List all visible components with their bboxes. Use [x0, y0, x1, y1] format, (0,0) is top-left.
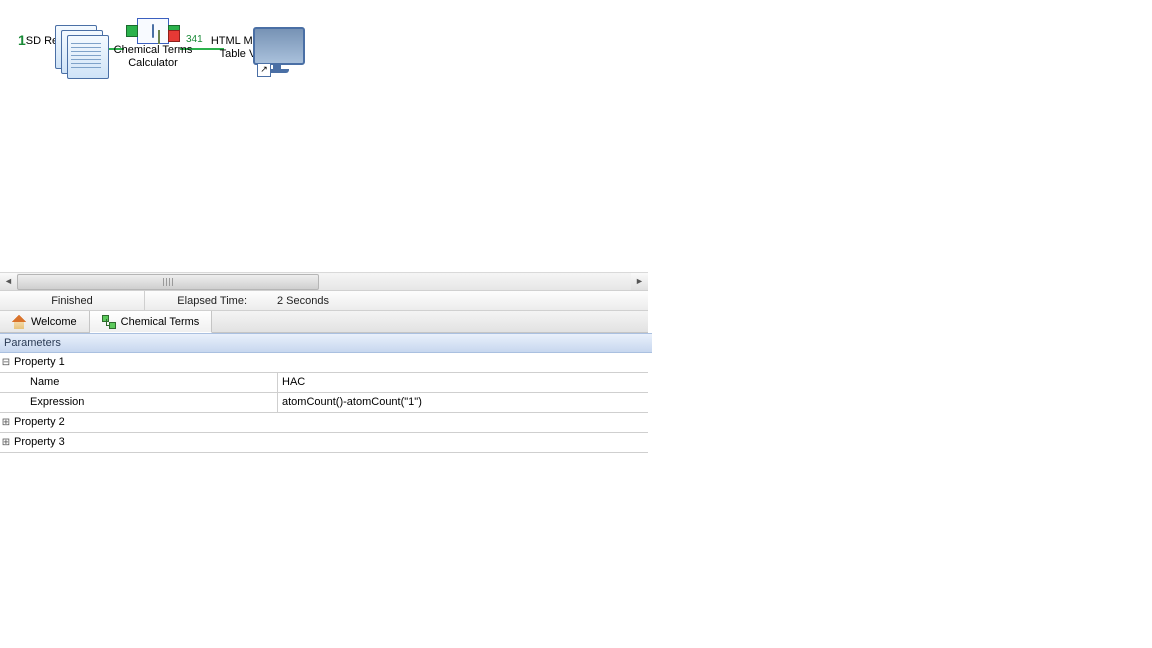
status-bar: Finished Elapsed Time: 2 Seconds [0, 290, 648, 311]
scroll-thumb[interactable] [17, 274, 319, 290]
parameters-grid: ⊟ Property 1 Name HAC Expression atomCou… [0, 353, 648, 453]
status-elapsed-value: 2 Seconds [259, 295, 341, 307]
port-in-icon[interactable] [126, 25, 138, 37]
tab-bar: Welcome Chemical Terms [0, 311, 648, 333]
calculator-icon [152, 25, 154, 37]
node-chemical-terms-calculator[interactable]: Chemical Terms Calculator [108, 18, 198, 70]
param-value[interactable]: atomCount()-atomCount("1") [278, 393, 648, 412]
param-key: Expression [12, 393, 278, 412]
status-elapsed-label: Elapsed Time: [145, 295, 259, 307]
param-key: Property 3 [12, 433, 277, 452]
param-row-property-3[interactable]: ⊞ Property 3 [0, 433, 648, 453]
collapse-icon[interactable]: ⊟ [0, 357, 12, 368]
scroll-left-arrow-icon[interactable]: ◄ [0, 273, 17, 290]
expand-icon[interactable]: ⊞ [0, 437, 12, 448]
expand-icon[interactable]: ⊞ [0, 417, 12, 428]
param-row-expression[interactable]: Expression atomCount()-atomCount("1") [0, 393, 648, 413]
node-sd-reader[interactable]: SD Reader [8, 18, 98, 48]
shortcut-arrow-icon: ↗ [257, 63, 271, 77]
param-key: Property 2 [12, 413, 277, 432]
param-value[interactable]: HAC [278, 373, 648, 392]
tab-chemical-terms-label: Chemical Terms [121, 316, 200, 328]
param-key: Name [12, 373, 278, 392]
parameters-header: Parameters [0, 333, 652, 353]
canvas-hscrollbar[interactable]: ◄ ► [0, 272, 648, 290]
param-row-name[interactable]: Name HAC [0, 373, 648, 393]
home-icon [12, 315, 26, 329]
port-err-icon[interactable] [168, 30, 180, 42]
param-key: Property 1 [12, 353, 277, 372]
tab-welcome-label: Welcome [31, 316, 77, 328]
param-row-property-1[interactable]: ⊟ Property 1 [0, 353, 648, 373]
workflow-canvas[interactable]: 1 341 341 SD Reader [0, 0, 648, 272]
flow-icon [102, 315, 116, 329]
tab-welcome[interactable]: Welcome [0, 311, 90, 332]
status-state: Finished [0, 295, 144, 307]
scroll-right-arrow-icon[interactable]: ► [631, 273, 648, 290]
node-html-table-viewer[interactable]: ↗ HTML Molecular Table Viewer [206, 18, 296, 61]
node-chem-calc-label: Chemical Terms Calculator [108, 44, 198, 70]
param-row-property-2[interactable]: ⊞ Property 2 [0, 413, 648, 433]
tab-chemical-terms[interactable]: Chemical Terms [90, 311, 213, 333]
